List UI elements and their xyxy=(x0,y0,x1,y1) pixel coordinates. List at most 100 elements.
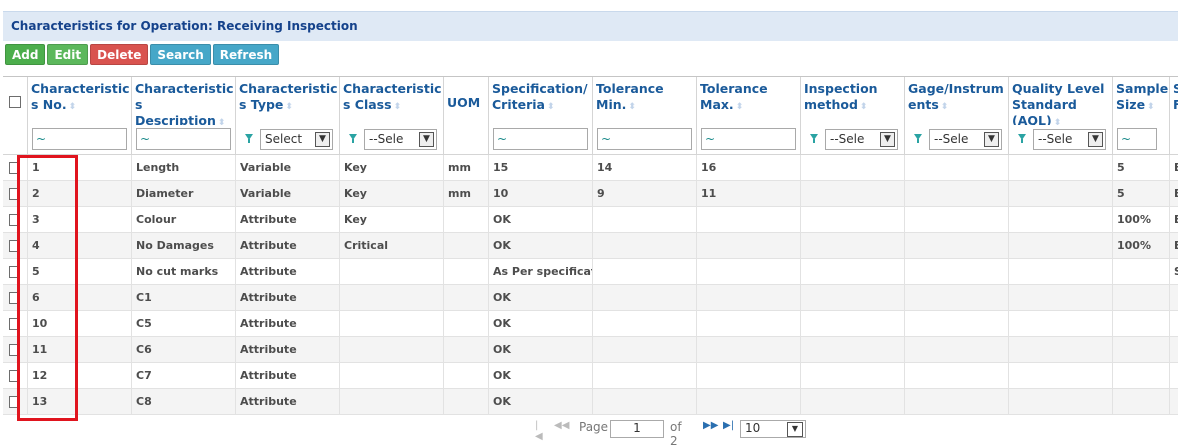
table-cell xyxy=(444,389,489,414)
filter-input[interactable]: ~ xyxy=(32,128,127,150)
table-cell: 11 xyxy=(697,181,801,206)
table-cell: 5 xyxy=(1113,155,1170,180)
filter-funnel-icon xyxy=(1018,134,1026,143)
col-aql-header[interactable]: Quality Level Standard (AQL) ⬍ xyxy=(1009,77,1113,125)
filter-cell xyxy=(1170,125,1178,154)
table-cell xyxy=(593,311,697,336)
table-row[interactable]: 3ColourAttributeKeyOK100%E xyxy=(3,207,1178,233)
table-row[interactable]: 5No cut marksAttributeAs Per specificati… xyxy=(3,259,1178,285)
col-tolerance-max-header[interactable]: Tolerance Max. ⬍ xyxy=(697,77,801,125)
filter-select[interactable]: Select ▼ xyxy=(260,129,333,150)
delete-button[interactable]: Delete xyxy=(90,44,149,65)
table-cell xyxy=(1009,363,1113,388)
filter-input[interactable]: ~ xyxy=(1117,128,1157,150)
table-cell xyxy=(1113,311,1170,336)
col-char-class-header[interactable]: Characteristic s Class ⬍ xyxy=(340,77,444,125)
table-cell xyxy=(1009,259,1113,284)
table-row[interactable]: 1LengthVariableKeymm1514165E xyxy=(3,155,1178,181)
filter-cell: ~ xyxy=(1113,125,1170,154)
col-sf-header[interactable]: S F xyxy=(1170,77,1178,125)
table-row[interactable]: 4No DamagesAttributeCriticalOK100%E xyxy=(3,233,1178,259)
filter-input[interactable]: ~ xyxy=(136,128,231,150)
col-uom-header[interactable]: UOM xyxy=(444,77,489,125)
table-cell: OK xyxy=(489,363,593,388)
table-cell xyxy=(905,181,1009,206)
table-row[interactable]: 10 C5 Attribute OK xyxy=(3,311,1178,337)
table-cell xyxy=(1113,363,1170,388)
table-cell xyxy=(593,285,697,310)
table-row[interactable]: 11 C6 Attribute OK xyxy=(3,337,1178,363)
table-cell: C6 xyxy=(132,337,236,362)
table-cell xyxy=(593,389,697,414)
sort-icon[interactable]: ⬍ xyxy=(285,102,293,112)
table-cell xyxy=(1009,337,1113,362)
col-tolerance-min-header[interactable]: Tolerance Min. ⬍ xyxy=(593,77,697,125)
col-char-no-header[interactable]: Characteristic s No. ⬍ xyxy=(28,77,132,125)
sort-icon[interactable]: ⬍ xyxy=(218,118,226,125)
sort-icon[interactable]: ⬍ xyxy=(1054,118,1062,125)
first-page-icon[interactable]: |◀ xyxy=(535,420,543,442)
page-input[interactable]: 1 xyxy=(610,420,664,438)
filter-cell: ~ xyxy=(489,125,593,154)
table-cell: Critical xyxy=(340,233,444,258)
next-page-icon[interactable]: ▶▶ xyxy=(703,420,718,431)
table-cell xyxy=(697,311,801,336)
sort-icon[interactable]: ⬍ xyxy=(69,102,77,112)
filter-select[interactable]: --Sele ▼ xyxy=(929,129,1002,150)
sort-icon[interactable]: ⬍ xyxy=(628,102,636,112)
sort-icon[interactable]: ⬍ xyxy=(736,102,744,112)
edit-button[interactable]: Edit xyxy=(47,44,89,65)
filter-cell: ~ xyxy=(28,125,132,154)
table-cell: OK xyxy=(489,337,593,362)
table-cell: 14 xyxy=(593,155,697,180)
sort-icon[interactable]: ⬍ xyxy=(1147,102,1155,112)
table-cell xyxy=(444,233,489,258)
refresh-button[interactable]: Refresh xyxy=(212,44,280,65)
filter-select[interactable]: --Sele ▼ xyxy=(1033,129,1106,150)
filter-cell: --Sele ▼ xyxy=(1009,125,1113,154)
add-button[interactable]: Add xyxy=(5,44,46,65)
table-cell: OK xyxy=(489,285,593,310)
table-cell xyxy=(905,337,1009,362)
filter-select[interactable]: --Sele ▼ xyxy=(825,129,898,150)
filter-input[interactable]: ~ xyxy=(701,128,796,150)
sort-icon[interactable]: ⬍ xyxy=(547,102,555,112)
sort-icon[interactable]: ⬍ xyxy=(860,102,868,112)
col-gage-instruments-header[interactable]: Gage/Instrum ents ⬍ xyxy=(905,77,1009,125)
table-cell xyxy=(801,389,905,414)
search-button[interactable]: Search xyxy=(150,44,211,65)
filter-funnel-icon xyxy=(914,134,922,143)
table-cell: Key xyxy=(340,207,444,232)
table-cell xyxy=(801,285,905,310)
table-cell: E xyxy=(1170,155,1178,180)
table-cell xyxy=(444,311,489,336)
table-cell xyxy=(1009,311,1113,336)
page-count: of 2 xyxy=(670,420,682,448)
page-size-select[interactable]: 10 ▼ xyxy=(740,420,806,438)
column-header-label: Tolerance Max. xyxy=(700,81,768,112)
table-cell: Attribute xyxy=(236,233,340,258)
filter-input[interactable]: ~ xyxy=(493,128,588,150)
col-sample-size-header[interactable]: Sample Size ⬍ xyxy=(1113,77,1170,125)
sort-icon[interactable]: ⬍ xyxy=(941,102,949,112)
table-cell xyxy=(801,155,905,180)
table-cell xyxy=(1009,285,1113,310)
select-all-cell xyxy=(3,77,28,125)
filter-input[interactable]: ~ xyxy=(597,128,692,150)
filter-select[interactable]: --Sele ▼ xyxy=(364,129,437,150)
sort-icon[interactable]: ⬍ xyxy=(394,102,402,112)
last-page-icon[interactable]: ▶| xyxy=(723,420,734,431)
table-cell xyxy=(1170,363,1178,388)
table-row[interactable]: 13 C8 Attribute OK xyxy=(3,389,1178,415)
table-cell xyxy=(1009,207,1113,232)
table-row[interactable]: 2DiameterVariableKeymm109115E xyxy=(3,181,1178,207)
table-row[interactable]: 12 C7 Attribute OK xyxy=(3,363,1178,389)
col-inspection-method-header[interactable]: Inspection method ⬍ xyxy=(801,77,905,125)
prev-page-icon[interactable]: ◀◀ xyxy=(554,420,569,431)
col-char-type-header[interactable]: Characteristic s Type ⬍ xyxy=(236,77,340,125)
table-cell xyxy=(1170,337,1178,362)
table-row[interactable]: 6 C1 Attribute OK xyxy=(3,285,1178,311)
col-specification-header[interactable]: Specification/ Criteria ⬍ xyxy=(489,77,593,125)
select-all-checkbox[interactable] xyxy=(9,96,21,108)
col-char-description-header[interactable]: Characteristic s Description ⬍ xyxy=(132,77,236,125)
